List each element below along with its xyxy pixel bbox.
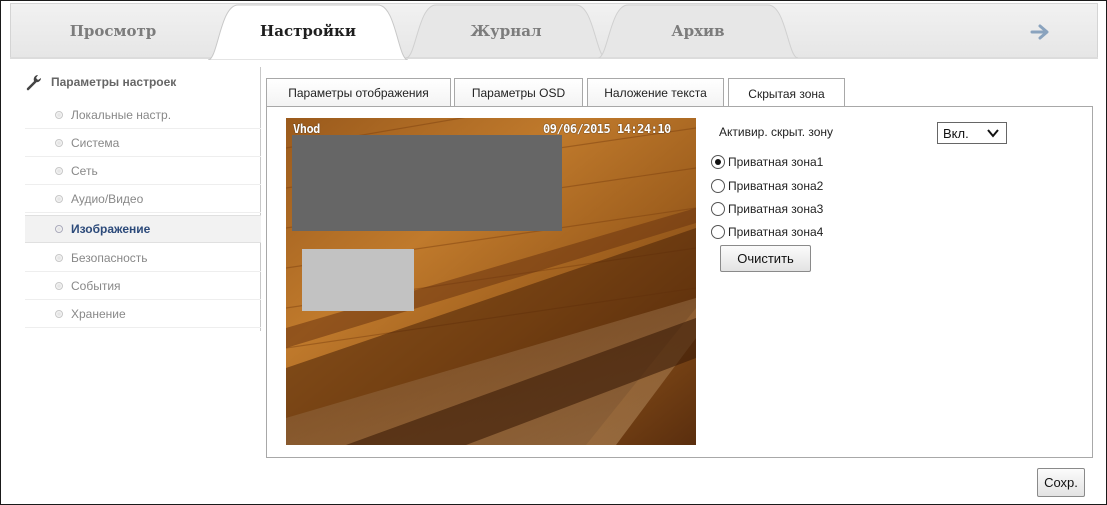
bullet-icon bbox=[55, 253, 63, 262]
sidebar-item-system[interactable]: Система bbox=[25, 129, 261, 157]
radio-label: Приватная зона2 bbox=[728, 179, 824, 193]
arrow-right-icon[interactable] bbox=[1030, 23, 1056, 41]
sidebar-item-label: Безопасность bbox=[71, 250, 148, 265]
tab-view-label: Просмотр bbox=[69, 21, 157, 40]
sidebar-title-label: Параметры настроек bbox=[51, 75, 177, 89]
tab-archive-label: Архив bbox=[671, 21, 725, 40]
sidebar-title: Параметры настроек bbox=[25, 71, 176, 93]
zone-radio-1[interactable]: Приватная зона1 bbox=[711, 153, 823, 171]
sidebar-item-label: Изображение bbox=[71, 222, 151, 236]
activate-mask-select[interactable]: Вкл. bbox=[937, 122, 1007, 144]
channel-name-overlay: Vhod bbox=[293, 122, 320, 136]
tab-log[interactable]: Журнал bbox=[406, 3, 606, 58]
tab-label: Скрытая зона bbox=[748, 86, 825, 101]
tab-display-params[interactable]: Параметры отображения bbox=[266, 78, 451, 107]
tab-view[interactable]: Просмотр bbox=[38, 3, 188, 58]
activate-mask-label: Активир. скрыт. зону bbox=[719, 125, 834, 139]
tab-label: Параметры OSD bbox=[471, 86, 566, 100]
tab-log-label: Журнал bbox=[470, 21, 542, 40]
tab-privacy-mask[interactable]: Скрытая зона bbox=[728, 78, 845, 108]
privacy-mask-panel: Vhod 09/06/2015 14:24:10 Активир. скрыт.… bbox=[266, 106, 1093, 458]
top-nav: Просмотр Журнал Архив Настройки bbox=[10, 1, 1098, 60]
timestamp-overlay: 09/06/2015 14:24:10 bbox=[543, 122, 671, 136]
privacy-mask-zone-1[interactable] bbox=[292, 135, 562, 231]
bullet-icon bbox=[55, 281, 63, 290]
radio-button[interactable] bbox=[711, 225, 725, 239]
bullet-icon bbox=[55, 194, 63, 203]
sidebar-item-label: Сеть bbox=[71, 163, 98, 178]
sidebar-item-network[interactable]: Сеть bbox=[25, 157, 261, 185]
sidebar-item-audio-video[interactable]: Аудио/Видео bbox=[25, 185, 261, 213]
save-button[interactable]: Сохр. bbox=[1037, 468, 1085, 497]
zone-radio-2[interactable]: Приватная зона2 bbox=[711, 177, 823, 195]
bullet-icon bbox=[55, 309, 63, 318]
tab-settings-label: Настройки bbox=[260, 21, 356, 40]
tab-label: Параметры отображения bbox=[288, 86, 429, 100]
zone-radio-3[interactable]: Приватная зона3 bbox=[711, 200, 823, 218]
bullet-icon bbox=[55, 138, 63, 147]
sidebar-item-image[interactable]: Изображение bbox=[25, 215, 261, 243]
zone-radio-4[interactable]: Приватная зона4 bbox=[711, 223, 823, 241]
radio-button[interactable] bbox=[711, 155, 725, 169]
select-value: Вкл. bbox=[943, 125, 969, 141]
radio-label: Приватная зона4 bbox=[728, 225, 824, 239]
tab-settings[interactable]: Настройки bbox=[208, 3, 408, 60]
tab-osd-params[interactable]: Параметры OSD bbox=[454, 78, 583, 107]
radio-label: Приватная зона1 bbox=[728, 155, 824, 169]
sidebar-item-local[interactable]: Локальные настр. bbox=[25, 101, 261, 129]
video-preview[interactable]: Vhod 09/06/2015 14:24:10 bbox=[286, 118, 696, 445]
bullet-icon bbox=[55, 166, 63, 175]
radio-button[interactable] bbox=[711, 179, 725, 193]
sidebar-item-storage[interactable]: Хранение bbox=[25, 300, 261, 328]
chevron-down-icon bbox=[987, 129, 999, 138]
privacy-mask-zone-2[interactable] bbox=[302, 249, 414, 311]
bullet-icon bbox=[55, 110, 63, 119]
app-frame: Просмотр Журнал Архив Настройки Параметр… bbox=[0, 0, 1107, 505]
sidebar-item-security[interactable]: Безопасность bbox=[25, 244, 261, 272]
settings-sidebar: Параметры настроек Локальные настр. Сист… bbox=[25, 67, 261, 331]
wrench-icon bbox=[26, 75, 41, 91]
radio-label: Приватная зона3 bbox=[728, 202, 824, 216]
clear-button[interactable]: Очистить bbox=[720, 245, 811, 272]
sidebar-item-label: Хранение bbox=[71, 306, 126, 321]
tab-label: Наложение текста bbox=[604, 86, 707, 100]
sidebar-item-events[interactable]: События bbox=[25, 272, 261, 300]
sidebar-item-label: События bbox=[71, 278, 121, 293]
sidebar-item-label: Аудио/Видео bbox=[71, 191, 144, 206]
tab-text-overlay[interactable]: Наложение текста bbox=[587, 78, 724, 107]
tab-archive[interactable]: Архив bbox=[598, 3, 798, 58]
sidebar-item-label: Локальные настр. bbox=[71, 107, 172, 122]
radio-button[interactable] bbox=[711, 202, 725, 216]
bullet-icon bbox=[55, 225, 63, 233]
sidebar-item-label: Система bbox=[71, 135, 120, 150]
